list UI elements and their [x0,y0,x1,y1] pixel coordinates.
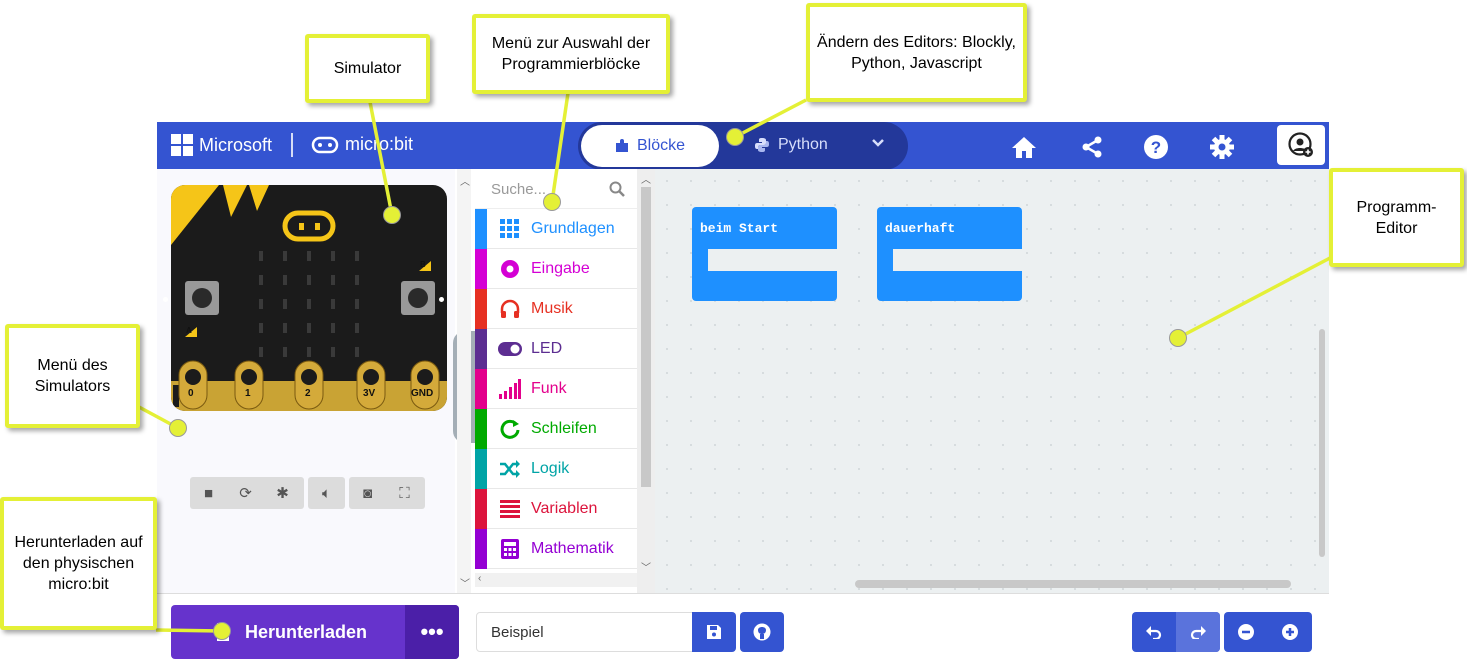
annotation-dot [213,622,231,640]
annotation-dot [543,193,561,211]
annotation-dot [169,419,187,437]
callout-simulator-menu: Menü des Simulators [5,324,140,428]
callout-download: Herunterladen auf den physischen micro:b… [0,497,157,630]
annotation-dot [726,128,744,146]
callout-simulator: Simulator [305,34,430,103]
annotation-dot [1169,329,1187,347]
annotation-dot [383,206,401,224]
callout-program-editor: Programm-Editor [1329,168,1464,267]
callout-toolbox: Menü zur Auswahl der Programmierblöcke [472,14,670,94]
callout-editor-switch: Ändern des Editors: Blockly, Python, Jav… [806,3,1027,102]
annotation-lines [138,92,1331,633]
